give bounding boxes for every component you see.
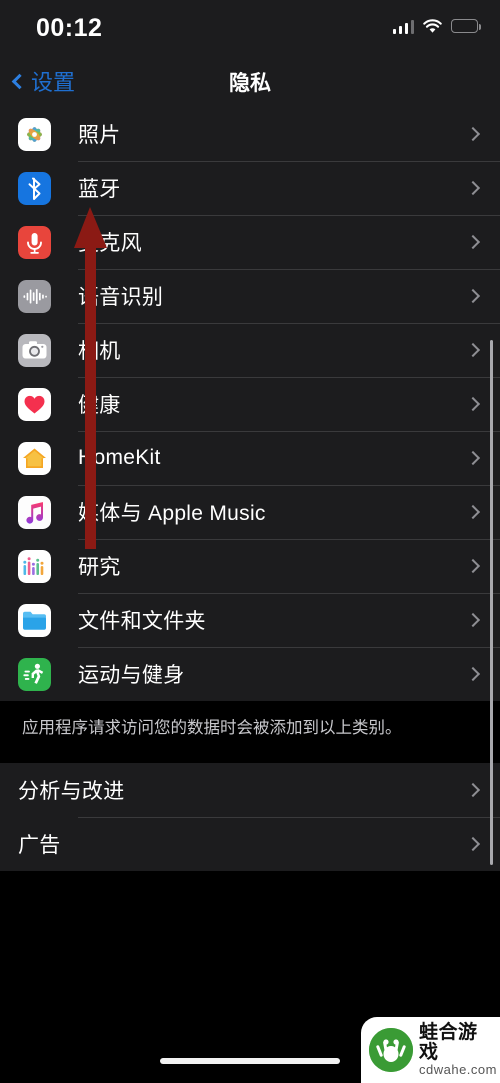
privacy-categories-section: 照片 蓝牙 麦克风 语音识别 相机 健康 HomeKit 媒体与 Apple M… bbox=[0, 107, 500, 701]
chevron-right-icon bbox=[465, 782, 481, 798]
chevron-right-icon bbox=[465, 342, 481, 358]
microphone-app-icon bbox=[18, 225, 51, 259]
chevron-right-icon bbox=[465, 666, 481, 682]
chevron-right-icon bbox=[465, 836, 481, 852]
list-item[interactable]: 广告 bbox=[0, 817, 500, 871]
section-footnote: 应用程序请求访问您的数据时会被添加到以上类别。 bbox=[0, 701, 500, 754]
research-app-icon bbox=[18, 549, 51, 583]
chevron-right-icon bbox=[465, 558, 481, 574]
list-item[interactable]: 运动与健身 bbox=[0, 647, 500, 701]
status-time: 00:12 bbox=[36, 14, 103, 42]
iphone-screen: 00:12 设置 隐私 照片 蓝牙 麦克风 语音识别 相机 健康 HomeKit… bbox=[0, 0, 500, 1083]
list-item[interactable]: 文件和文件夹 bbox=[0, 593, 500, 647]
chevron-right-icon bbox=[465, 126, 481, 142]
photos-app-icon bbox=[18, 117, 51, 151]
list-item-label: 麦克风 bbox=[78, 232, 142, 255]
list-item-label: 运动与健身 bbox=[78, 664, 185, 687]
list-item[interactable]: 研究 bbox=[0, 539, 500, 593]
chevron-right-icon bbox=[465, 612, 481, 628]
list-item-label: 蓝牙 bbox=[78, 178, 121, 201]
watermark-title: 蛙合游戏 bbox=[419, 1022, 478, 1064]
fitness-app-icon bbox=[18, 657, 51, 691]
status-bar: 00:12 bbox=[0, 0, 500, 55]
status-indicators bbox=[392, 18, 481, 34]
navigation-bar: 设置 隐私 bbox=[0, 55, 500, 107]
list-item-label: HomeKit bbox=[78, 446, 161, 469]
frog-logo-icon bbox=[369, 1028, 413, 1072]
battery-icon bbox=[451, 19, 481, 33]
list-item[interactable]: 健康 bbox=[0, 377, 500, 431]
health-app-icon bbox=[18, 387, 51, 421]
wifi-icon bbox=[423, 18, 442, 34]
list-item-label: 照片 bbox=[78, 124, 121, 147]
cellular-signal-icon bbox=[392, 18, 414, 34]
list-item-label: 研究 bbox=[78, 556, 121, 579]
chevron-right-icon bbox=[465, 234, 481, 250]
chevron-right-icon bbox=[465, 450, 481, 466]
list-item-label: 媒体与 Apple Music bbox=[78, 502, 266, 525]
watermark: 蛙合游戏 cdwahe.com bbox=[361, 1017, 500, 1083]
bluetooth-app-icon bbox=[18, 171, 51, 205]
chevron-right-icon bbox=[465, 180, 481, 196]
privacy-extras-section: 分析与改进 广告 bbox=[0, 763, 500, 871]
list-item-label: 健康 bbox=[78, 394, 121, 417]
speech-recognition-icon bbox=[18, 279, 51, 313]
camera-app-icon bbox=[18, 333, 51, 367]
vertical-scrollbar[interactable] bbox=[489, 340, 493, 865]
chevron-right-icon bbox=[465, 396, 481, 412]
homekit-app-icon bbox=[18, 441, 51, 475]
list-item-label: 相机 bbox=[78, 340, 121, 363]
list-item[interactable]: 分析与改进 bbox=[0, 763, 500, 817]
page-title: 隐私 bbox=[229, 72, 271, 95]
list-item-label: 文件和文件夹 bbox=[78, 610, 206, 633]
home-indicator-bar bbox=[160, 1058, 340, 1064]
list-item[interactable]: 媒体与 Apple Music bbox=[0, 485, 500, 539]
list-item[interactable]: 蓝牙 bbox=[0, 161, 500, 215]
list-item-label: 广告 bbox=[18, 834, 61, 857]
chevron-right-icon bbox=[465, 288, 481, 304]
list-item[interactable]: 相机 bbox=[0, 323, 500, 377]
list-item-label: 分析与改进 bbox=[18, 780, 125, 803]
list-item[interactable]: 照片 bbox=[0, 107, 500, 161]
list-item[interactable]: 麦克风 bbox=[0, 215, 500, 269]
music-app-icon bbox=[18, 495, 51, 529]
files-app-icon bbox=[18, 603, 51, 637]
watermark-url: cdwahe.com bbox=[419, 1062, 497, 1078]
list-item[interactable]: HomeKit bbox=[0, 431, 500, 485]
chevron-right-icon bbox=[465, 504, 481, 520]
list-item-label: 语音识别 bbox=[78, 286, 164, 309]
list-item[interactable]: 语音识别 bbox=[0, 269, 500, 323]
